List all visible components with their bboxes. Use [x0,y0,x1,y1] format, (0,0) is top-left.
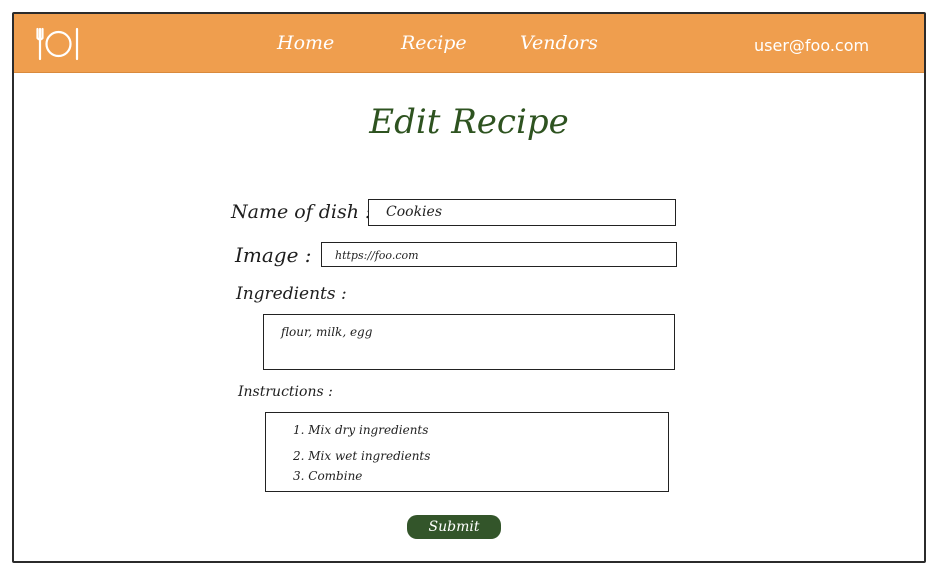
nav-vendors-link[interactable]: Vendors [520,32,598,54]
ingredients-textarea[interactable]: flour, milk, egg [263,314,675,370]
ingredients-label: Ingredients : [236,284,347,304]
instruction-line: 2. Mix wet ingredients [293,449,431,463]
name-of-dish-label: Name of dish : [231,201,372,223]
instruction-line: 1. Mix dry ingredients [293,423,429,437]
name-of-dish-input[interactable]: Cookies [368,199,676,226]
ingredients-value: flour, milk, egg [281,325,373,339]
instructions-label: Instructions : [238,384,333,400]
instruction-line: 3. Combine [293,469,363,483]
image-url-value: https://foo.com [335,249,419,262]
app-window: Home Recipe Vendors user@foo.com Edit Re… [12,12,926,563]
image-label: Image : [235,243,312,267]
nav-recipe-link[interactable]: Recipe [401,32,467,54]
navbar: Home Recipe Vendors user@foo.com [14,14,924,73]
plate-utensils-icon[interactable] [36,26,82,62]
image-url-input[interactable]: https://foo.com [321,242,677,267]
user-account-link[interactable]: user@foo.com [754,36,869,55]
nav-home-link[interactable]: Home [277,32,334,54]
page-title: Edit Recipe [369,102,569,142]
submit-button[interactable]: Submit [407,515,501,539]
name-of-dish-value: Cookies [386,204,442,220]
instructions-textarea[interactable]: 1. Mix dry ingredients 2. Mix wet ingred… [265,412,669,492]
